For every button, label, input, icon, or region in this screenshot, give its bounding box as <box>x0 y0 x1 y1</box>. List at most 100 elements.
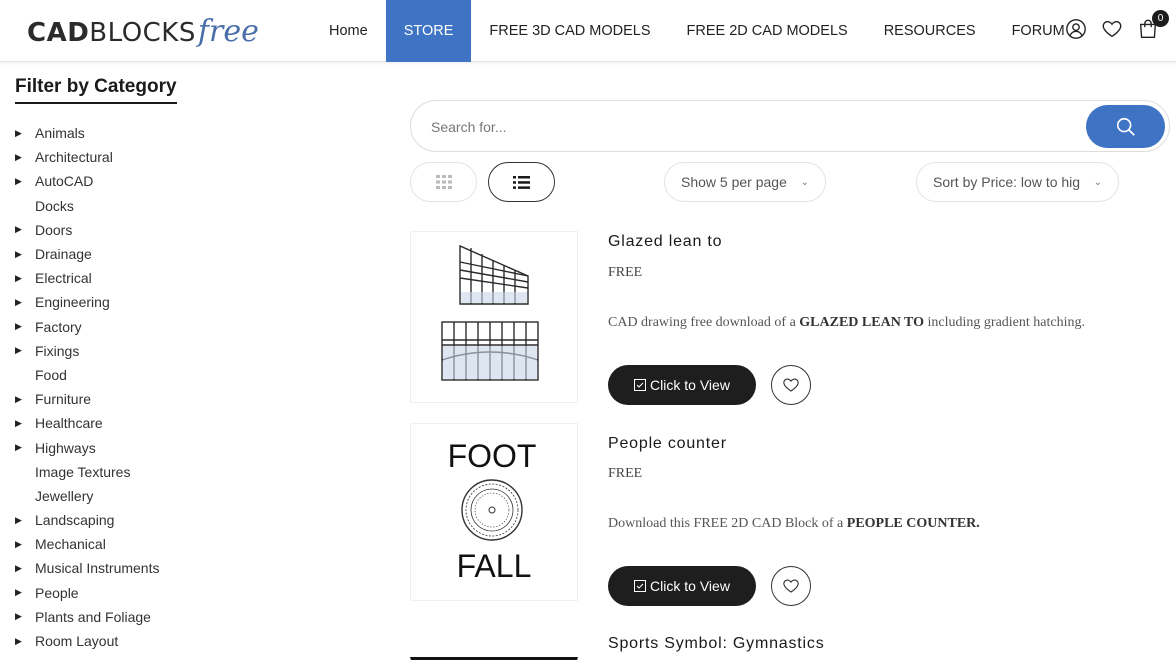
header-icons: 0 <box>1064 10 1169 41</box>
category-item[interactable]: ▶ Furniture <box>15 387 375 411</box>
caret-right-icon[interactable]: ▶ <box>15 273 35 284</box>
category-item[interactable]: ▶ Highways <box>15 435 375 459</box>
glazed-lean-to-drawing <box>441 244 539 381</box>
category-item[interactable]: ▶ Plants and Foliage <box>15 605 375 629</box>
category-item[interactable]: ▶ Healthcare <box>15 411 375 435</box>
category-item[interactable]: ▶ Musical Instruments <box>15 556 375 580</box>
category-label: Landscaping <box>35 512 115 529</box>
grid-view-button[interactable] <box>410 162 477 202</box>
heart-icon[interactable] <box>1100 17 1124 41</box>
caret-right-icon[interactable]: ▶ <box>15 587 35 598</box>
checkbox-icon <box>634 379 647 391</box>
list-view-button[interactable] <box>488 162 555 202</box>
caret-right-icon[interactable]: ▶ <box>15 297 35 308</box>
chevron-down-icon: ⌄ <box>800 176 809 188</box>
category-item[interactable]: ▶ Mechanical <box>15 532 375 556</box>
category-item[interactable]: ▶ Engineering <box>15 290 375 314</box>
site-logo[interactable]: CADBLOCKS free <box>27 14 259 54</box>
category-label: Jewellery <box>35 487 94 504</box>
caret-right-icon[interactable]: ▶ <box>15 442 35 453</box>
caret-right-icon[interactable]: ▶ <box>15 539 35 550</box>
click-to-view-button[interactable]: Click to View <box>608 566 756 606</box>
search-input[interactable] <box>431 115 1071 139</box>
click-to-view-button[interactable]: Click to View <box>608 365 756 405</box>
category-item[interactable]: ▶ Electrical <box>15 266 375 290</box>
category-label: Healthcare <box>35 415 103 432</box>
sidebar-title: Filter by Category <box>15 76 177 104</box>
product-thumbnail[interactable] <box>410 657 578 662</box>
category-label: Fixings <box>35 342 80 359</box>
add-to-wishlist-button[interactable] <box>771 365 811 405</box>
user-icon[interactable] <box>1064 17 1088 41</box>
category-item[interactable]: ▶ Drainage <box>15 242 375 266</box>
caret-right-icon[interactable]: ▶ <box>15 394 35 405</box>
caret-right-icon[interactable]: ▶ <box>15 418 35 429</box>
product-description: Download this FREE 2D CAD Block of a PEO… <box>608 516 980 531</box>
category-item[interactable]: Image Textures <box>15 460 375 484</box>
caret-right-icon[interactable]: ▶ <box>15 152 35 163</box>
product-description: CAD drawing free download of a GLAZED LE… <box>608 315 1085 330</box>
nav-resources[interactable]: RESOURCES <box>866 0 994 62</box>
site-header: CADBLOCKS free Home STORE FREE 3D CAD MO… <box>0 0 1176 62</box>
product-title[interactable]: Sports Symbol: Gymnastics <box>608 635 825 653</box>
category-label: People <box>35 584 79 601</box>
caret-right-icon[interactable]: ▶ <box>15 515 35 526</box>
search-button[interactable] <box>1086 105 1165 148</box>
per-page-value: Show 5 per page <box>681 174 787 190</box>
category-item[interactable]: ▶ Landscaping <box>15 508 375 532</box>
category-item[interactable]: ▶ Doors <box>15 218 375 242</box>
heart-icon <box>783 378 799 392</box>
sort-select[interactable]: Sort by Price: low to hig ⌄ <box>916 162 1119 202</box>
category-label: Image Textures <box>35 463 131 480</box>
category-item[interactable]: ▶ Animals <box>15 121 375 145</box>
category-item[interactable]: Docks <box>15 194 375 218</box>
category-item[interactable]: ▶ Room Layout <box>15 629 375 653</box>
category-label: Engineering <box>35 294 110 311</box>
cart-count-badge: 0 <box>1152 10 1169 27</box>
caret-right-icon[interactable]: ▶ <box>15 249 35 260</box>
people-counter-drawing: FOOT FALL <box>448 438 537 584</box>
category-label: Electrical <box>35 270 92 287</box>
category-item[interactable]: Food <box>15 363 375 387</box>
grid-icon <box>435 175 452 189</box>
caret-right-icon[interactable]: ▶ <box>15 176 35 187</box>
caret-right-icon[interactable]: ▶ <box>15 345 35 356</box>
category-item[interactable]: ▶ AutoCAD <box>15 169 375 193</box>
nav-home[interactable]: Home <box>311 0 386 62</box>
caret-right-icon[interactable]: ▶ <box>15 636 35 647</box>
category-label: Room Layout <box>35 633 119 650</box>
caret-right-icon[interactable]: ▶ <box>15 321 35 332</box>
heart-icon <box>783 579 799 593</box>
per-page-select[interactable]: Show 5 per page ⌄ <box>664 162 826 202</box>
category-label: Doors <box>35 221 73 238</box>
product-price: FREE <box>608 466 643 481</box>
category-item[interactable]: ▶ Fixings <box>15 339 375 363</box>
nav-free-2d-cad-models[interactable]: FREE 2D CAD MODELS <box>669 0 866 62</box>
product-price: FREE <box>608 265 643 280</box>
category-label: Furniture <box>35 391 92 408</box>
category-item[interactable]: ▶ People <box>15 581 375 605</box>
product-thumbnail[interactable] <box>410 231 578 403</box>
add-to-wishlist-button[interactable] <box>771 566 811 606</box>
caret-right-icon[interactable]: ▶ <box>15 563 35 574</box>
caret-right-icon[interactable]: ▶ <box>15 224 35 235</box>
product-title[interactable]: Glazed lean to <box>608 233 722 251</box>
shopping-bag-icon[interactable]: 0 <box>1136 10 1169 41</box>
list-icon <box>513 175 530 189</box>
category-label: Animals <box>35 125 85 142</box>
product-title[interactable]: People counter <box>608 435 727 453</box>
caret-right-icon[interactable]: ▶ <box>15 611 35 622</box>
category-item[interactable]: ▶ Factory <box>15 315 375 339</box>
checkbox-icon <box>634 580 647 592</box>
category-item[interactable]: ▶ Architectural <box>15 145 375 169</box>
search-icon <box>1116 117 1135 136</box>
nav-free-3d-cad-models[interactable]: FREE 3D CAD MODELS <box>471 0 668 62</box>
category-label: Drainage <box>35 246 92 263</box>
product-thumbnail[interactable]: FOOT FALL <box>410 423 578 601</box>
logo-text: CADBLOCKS <box>27 18 196 48</box>
nav-store[interactable]: STORE <box>385 0 472 62</box>
category-item[interactable]: Jewellery <box>15 484 375 508</box>
category-label: Architectural <box>35 149 113 166</box>
caret-right-icon[interactable]: ▶ <box>15 128 35 139</box>
sort-value: Sort by Price: low to hig <box>933 174 1081 190</box>
